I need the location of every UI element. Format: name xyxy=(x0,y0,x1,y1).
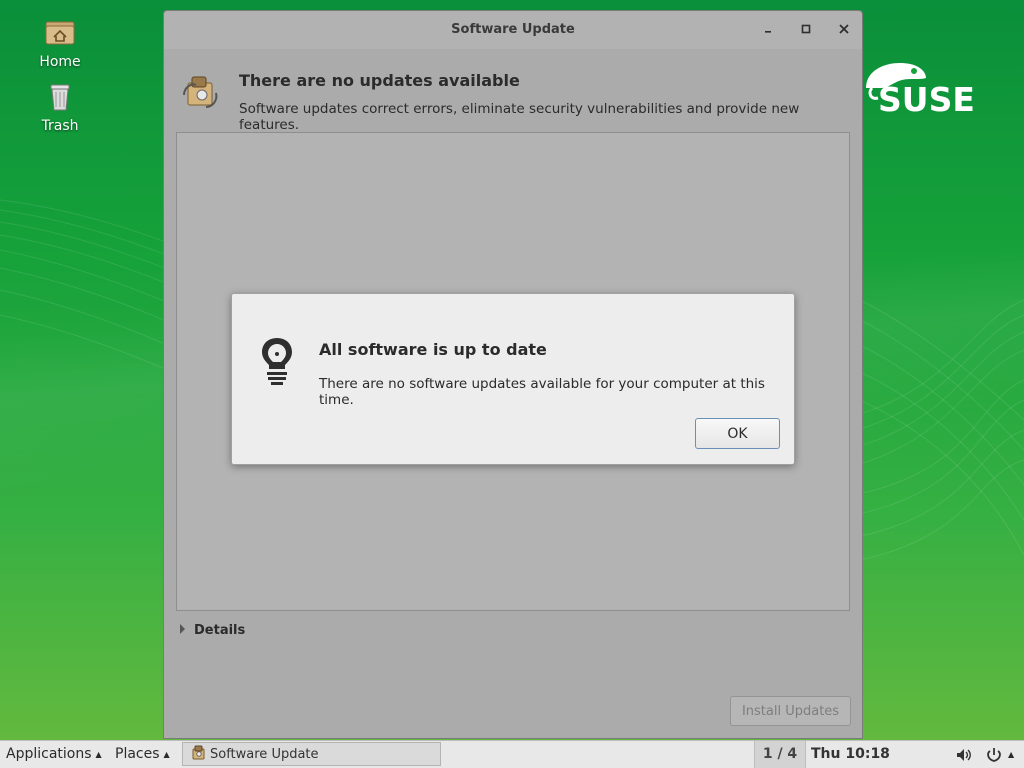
close-icon xyxy=(839,24,849,34)
dialog-title: All software is up to date xyxy=(319,340,547,359)
taskbar: Applications ▲ Places ▲ Software Update 1 … xyxy=(0,740,1024,768)
status-heading: There are no updates available xyxy=(239,71,520,90)
applications-menu-label: Applications xyxy=(6,746,92,762)
system-menu-arrow-icon[interactable]: ▲ xyxy=(1008,741,1014,768)
minimize-icon xyxy=(765,31,771,33)
desktop-icon-home[interactable]: Home xyxy=(20,16,100,70)
home-folder-icon xyxy=(45,21,75,45)
menu-arrow-up-icon: ▲ xyxy=(163,750,170,759)
window-titlebar[interactable]: Software Update xyxy=(164,11,862,49)
power-icon[interactable] xyxy=(985,746,1003,764)
software-update-icon xyxy=(183,76,218,108)
install-updates-button[interactable]: Install Updates xyxy=(730,696,851,726)
details-expander[interactable]: Details xyxy=(180,623,245,638)
applications-menu[interactable]: Applications ▲ xyxy=(6,741,102,768)
lightbulb-icon xyxy=(262,338,292,385)
up-to-date-dialog: All software is up to date There are no … xyxy=(231,293,795,465)
ok-button[interactable]: OK xyxy=(695,418,780,449)
places-menu[interactable]: Places ▲ xyxy=(115,741,170,768)
close-button[interactable] xyxy=(834,20,854,40)
desktop-icon-trash[interactable]: Trash xyxy=(20,80,100,134)
desktop-icon-label: Home xyxy=(39,54,81,70)
desktop-icon-label: Trash xyxy=(41,118,79,134)
trash-icon xyxy=(50,84,70,111)
status-description: Software updates correct errors, elimina… xyxy=(239,101,800,133)
clock[interactable]: Thu 10:18 xyxy=(811,741,890,768)
menu-arrow-up-icon: ▲ xyxy=(95,750,102,759)
dialog-message: There are no software updates available … xyxy=(319,376,765,408)
expander-triangle-icon xyxy=(180,624,185,634)
maximize-button[interactable] xyxy=(796,20,816,40)
taskbar-item-label: Software Update xyxy=(210,747,319,762)
minimize-button[interactable] xyxy=(758,20,778,40)
details-label: Details xyxy=(194,623,246,638)
workspace-switcher[interactable]: 1 / 4 xyxy=(754,741,806,768)
taskbar-item-software-update[interactable]: Software Update xyxy=(182,742,441,766)
maximize-icon xyxy=(801,24,811,34)
suse-logo-text: SUSE xyxy=(878,80,975,119)
places-menu-label: Places xyxy=(115,746,160,762)
software-update-icon xyxy=(192,745,205,760)
volume-icon[interactable] xyxy=(955,746,973,764)
